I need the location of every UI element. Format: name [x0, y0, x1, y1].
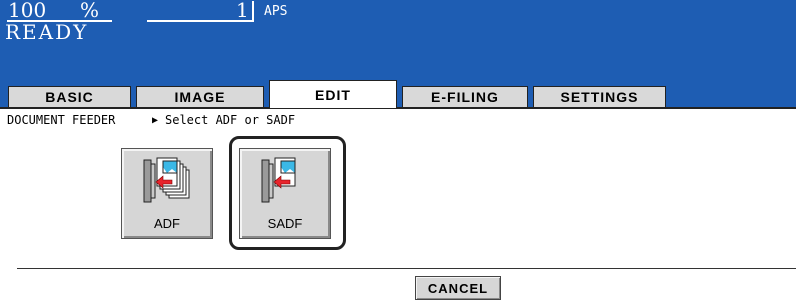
adf-button[interactable]: ADF — [121, 148, 213, 239]
breadcrumb-arrow-icon: ▶ — [152, 115, 159, 126]
edit-content-area — [0, 107, 796, 301]
sadf-button[interactable]: SADF — [239, 148, 331, 239]
adf-feeder-icon — [143, 157, 190, 203]
breadcrumb-section: DOCUMENT FEEDER — [7, 113, 116, 127]
tab-settings[interactable]: SETTINGS — [533, 86, 666, 107]
adf-label: ADF — [154, 216, 180, 231]
machine-status: READY — [5, 20, 89, 44]
paper-size: APS — [264, 4, 288, 19]
sadf-feeder-icon — [261, 157, 296, 203]
tab-edit[interactable]: EDIT — [269, 80, 397, 108]
copies-count: 1 — [236, 0, 249, 22]
sadf-label: SADF — [267, 216, 303, 231]
breadcrumb-instruction: Select ADF or SADF — [165, 113, 296, 127]
copier-control-panel: 100 % 1 APS READY BASIC IMAGE EDIT E-FIL… — [0, 0, 796, 301]
tab-basic[interactable]: BASIC — [8, 86, 131, 107]
copies-separator — [252, 1, 254, 22]
zoom-value: 100 — [8, 0, 47, 22]
copies-underline — [147, 20, 252, 22]
tab-image[interactable]: IMAGE — [136, 86, 264, 107]
tab-e-filing[interactable]: E-FILING — [402, 86, 528, 107]
zoom-unit: % — [80, 0, 100, 22]
footer-divider — [17, 268, 796, 269]
cancel-button[interactable]: CANCEL — [415, 276, 501, 300]
